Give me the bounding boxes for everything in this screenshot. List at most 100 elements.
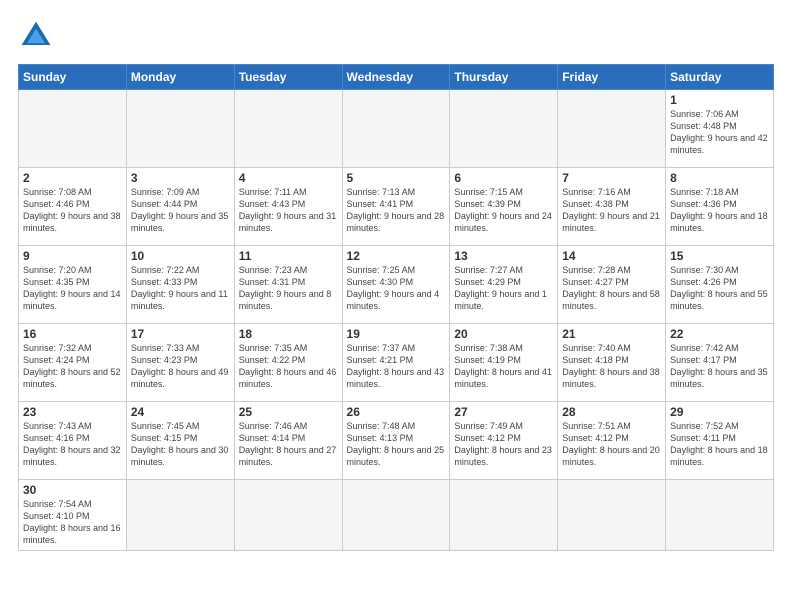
day-cell: 11Sunrise: 7:23 AM Sunset: 4:31 PM Dayli… bbox=[234, 246, 342, 324]
day-info: Sunrise: 7:33 AM Sunset: 4:23 PM Dayligh… bbox=[131, 342, 230, 391]
day-cell: 13Sunrise: 7:27 AM Sunset: 4:29 PM Dayli… bbox=[450, 246, 558, 324]
header bbox=[18, 18, 774, 54]
weekday-header-sunday: Sunday bbox=[19, 65, 127, 90]
day-info: Sunrise: 7:09 AM Sunset: 4:44 PM Dayligh… bbox=[131, 186, 230, 235]
day-number: 29 bbox=[670, 405, 769, 419]
day-cell: 25Sunrise: 7:46 AM Sunset: 4:14 PM Dayli… bbox=[234, 402, 342, 480]
day-cell: 5Sunrise: 7:13 AM Sunset: 4:41 PM Daylig… bbox=[342, 168, 450, 246]
day-cell: 29Sunrise: 7:52 AM Sunset: 4:11 PM Dayli… bbox=[666, 402, 774, 480]
day-info: Sunrise: 7:28 AM Sunset: 4:27 PM Dayligh… bbox=[562, 264, 661, 313]
day-info: Sunrise: 7:30 AM Sunset: 4:26 PM Dayligh… bbox=[670, 264, 769, 313]
weekday-header-tuesday: Tuesday bbox=[234, 65, 342, 90]
day-info: Sunrise: 7:48 AM Sunset: 4:13 PM Dayligh… bbox=[347, 420, 446, 469]
day-number: 18 bbox=[239, 327, 338, 341]
weekday-header-thursday: Thursday bbox=[450, 65, 558, 90]
day-number: 24 bbox=[131, 405, 230, 419]
day-info: Sunrise: 7:45 AM Sunset: 4:15 PM Dayligh… bbox=[131, 420, 230, 469]
day-number: 8 bbox=[670, 171, 769, 185]
day-info: Sunrise: 7:20 AM Sunset: 4:35 PM Dayligh… bbox=[23, 264, 122, 313]
logo-icon bbox=[18, 18, 54, 54]
day-info: Sunrise: 7:15 AM Sunset: 4:39 PM Dayligh… bbox=[454, 186, 553, 235]
day-cell: 2Sunrise: 7:08 AM Sunset: 4:46 PM Daylig… bbox=[19, 168, 127, 246]
day-cell: 10Sunrise: 7:22 AM Sunset: 4:33 PM Dayli… bbox=[126, 246, 234, 324]
day-info: Sunrise: 7:22 AM Sunset: 4:33 PM Dayligh… bbox=[131, 264, 230, 313]
day-number: 4 bbox=[239, 171, 338, 185]
day-info: Sunrise: 7:42 AM Sunset: 4:17 PM Dayligh… bbox=[670, 342, 769, 391]
weekday-header-row: SundayMondayTuesdayWednesdayThursdayFrid… bbox=[19, 65, 774, 90]
day-info: Sunrise: 7:13 AM Sunset: 4:41 PM Dayligh… bbox=[347, 186, 446, 235]
day-number: 22 bbox=[670, 327, 769, 341]
week-row-5: 30Sunrise: 7:54 AM Sunset: 4:10 PM Dayli… bbox=[19, 480, 774, 551]
day-number: 17 bbox=[131, 327, 230, 341]
day-cell bbox=[450, 90, 558, 168]
week-row-2: 9Sunrise: 7:20 AM Sunset: 4:35 PM Daylig… bbox=[19, 246, 774, 324]
week-row-0: 1Sunrise: 7:06 AM Sunset: 4:48 PM Daylig… bbox=[19, 90, 774, 168]
day-number: 28 bbox=[562, 405, 661, 419]
day-info: Sunrise: 7:52 AM Sunset: 4:11 PM Dayligh… bbox=[670, 420, 769, 469]
day-cell bbox=[234, 480, 342, 551]
weekday-header-wednesday: Wednesday bbox=[342, 65, 450, 90]
day-number: 11 bbox=[239, 249, 338, 263]
day-cell: 1Sunrise: 7:06 AM Sunset: 4:48 PM Daylig… bbox=[666, 90, 774, 168]
day-number: 19 bbox=[347, 327, 446, 341]
day-cell: 19Sunrise: 7:37 AM Sunset: 4:21 PM Dayli… bbox=[342, 324, 450, 402]
day-info: Sunrise: 7:27 AM Sunset: 4:29 PM Dayligh… bbox=[454, 264, 553, 313]
day-cell bbox=[558, 480, 666, 551]
day-cell: 17Sunrise: 7:33 AM Sunset: 4:23 PM Dayli… bbox=[126, 324, 234, 402]
day-info: Sunrise: 7:08 AM Sunset: 4:46 PM Dayligh… bbox=[23, 186, 122, 235]
day-number: 20 bbox=[454, 327, 553, 341]
week-row-3: 16Sunrise: 7:32 AM Sunset: 4:24 PM Dayli… bbox=[19, 324, 774, 402]
day-cell: 23Sunrise: 7:43 AM Sunset: 4:16 PM Dayli… bbox=[19, 402, 127, 480]
day-cell bbox=[342, 90, 450, 168]
day-cell bbox=[450, 480, 558, 551]
day-info: Sunrise: 7:40 AM Sunset: 4:18 PM Dayligh… bbox=[562, 342, 661, 391]
day-number: 6 bbox=[454, 171, 553, 185]
weekday-header-friday: Friday bbox=[558, 65, 666, 90]
weekday-header-monday: Monday bbox=[126, 65, 234, 90]
day-cell bbox=[234, 90, 342, 168]
day-cell: 8Sunrise: 7:18 AM Sunset: 4:36 PM Daylig… bbox=[666, 168, 774, 246]
day-info: Sunrise: 7:51 AM Sunset: 4:12 PM Dayligh… bbox=[562, 420, 661, 469]
day-number: 2 bbox=[23, 171, 122, 185]
day-cell: 26Sunrise: 7:48 AM Sunset: 4:13 PM Dayli… bbox=[342, 402, 450, 480]
day-cell bbox=[126, 480, 234, 551]
day-cell: 14Sunrise: 7:28 AM Sunset: 4:27 PM Dayli… bbox=[558, 246, 666, 324]
day-cell: 4Sunrise: 7:11 AM Sunset: 4:43 PM Daylig… bbox=[234, 168, 342, 246]
day-info: Sunrise: 7:32 AM Sunset: 4:24 PM Dayligh… bbox=[23, 342, 122, 391]
day-cell: 30Sunrise: 7:54 AM Sunset: 4:10 PM Dayli… bbox=[19, 480, 127, 551]
day-info: Sunrise: 7:23 AM Sunset: 4:31 PM Dayligh… bbox=[239, 264, 338, 313]
day-cell: 15Sunrise: 7:30 AM Sunset: 4:26 PM Dayli… bbox=[666, 246, 774, 324]
day-number: 1 bbox=[670, 93, 769, 107]
day-cell: 21Sunrise: 7:40 AM Sunset: 4:18 PM Dayli… bbox=[558, 324, 666, 402]
day-info: Sunrise: 7:37 AM Sunset: 4:21 PM Dayligh… bbox=[347, 342, 446, 391]
day-cell bbox=[19, 90, 127, 168]
day-info: Sunrise: 7:35 AM Sunset: 4:22 PM Dayligh… bbox=[239, 342, 338, 391]
day-info: Sunrise: 7:18 AM Sunset: 4:36 PM Dayligh… bbox=[670, 186, 769, 235]
day-cell: 27Sunrise: 7:49 AM Sunset: 4:12 PM Dayli… bbox=[450, 402, 558, 480]
day-cell bbox=[342, 480, 450, 551]
day-cell: 3Sunrise: 7:09 AM Sunset: 4:44 PM Daylig… bbox=[126, 168, 234, 246]
day-cell: 20Sunrise: 7:38 AM Sunset: 4:19 PM Dayli… bbox=[450, 324, 558, 402]
day-number: 16 bbox=[23, 327, 122, 341]
weekday-header-saturday: Saturday bbox=[666, 65, 774, 90]
day-info: Sunrise: 7:49 AM Sunset: 4:12 PM Dayligh… bbox=[454, 420, 553, 469]
day-cell: 6Sunrise: 7:15 AM Sunset: 4:39 PM Daylig… bbox=[450, 168, 558, 246]
day-cell: 18Sunrise: 7:35 AM Sunset: 4:22 PM Dayli… bbox=[234, 324, 342, 402]
day-cell bbox=[666, 480, 774, 551]
day-info: Sunrise: 7:43 AM Sunset: 4:16 PM Dayligh… bbox=[23, 420, 122, 469]
day-cell: 28Sunrise: 7:51 AM Sunset: 4:12 PM Dayli… bbox=[558, 402, 666, 480]
day-number: 25 bbox=[239, 405, 338, 419]
day-number: 3 bbox=[131, 171, 230, 185]
day-cell: 16Sunrise: 7:32 AM Sunset: 4:24 PM Dayli… bbox=[19, 324, 127, 402]
day-cell: 12Sunrise: 7:25 AM Sunset: 4:30 PM Dayli… bbox=[342, 246, 450, 324]
day-cell: 9Sunrise: 7:20 AM Sunset: 4:35 PM Daylig… bbox=[19, 246, 127, 324]
day-number: 5 bbox=[347, 171, 446, 185]
day-info: Sunrise: 7:25 AM Sunset: 4:30 PM Dayligh… bbox=[347, 264, 446, 313]
page: SundayMondayTuesdayWednesdayThursdayFrid… bbox=[0, 0, 792, 612]
day-number: 23 bbox=[23, 405, 122, 419]
day-cell: 7Sunrise: 7:16 AM Sunset: 4:38 PM Daylig… bbox=[558, 168, 666, 246]
day-info: Sunrise: 7:16 AM Sunset: 4:38 PM Dayligh… bbox=[562, 186, 661, 235]
day-number: 7 bbox=[562, 171, 661, 185]
day-info: Sunrise: 7:11 AM Sunset: 4:43 PM Dayligh… bbox=[239, 186, 338, 235]
day-number: 13 bbox=[454, 249, 553, 263]
